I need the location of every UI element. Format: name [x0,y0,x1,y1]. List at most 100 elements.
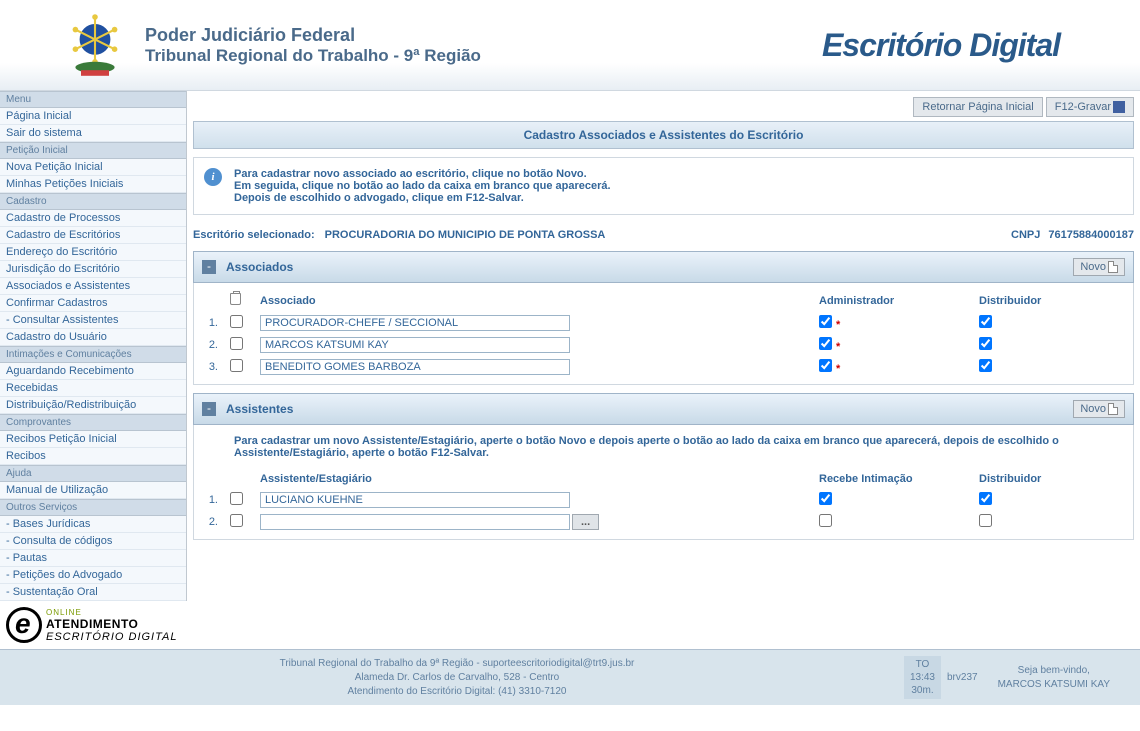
menu-item[interactable]: Minhas Petições Iniciais [0,176,186,193]
atendimento-badge[interactable]: ONLINE ATENDIMENTO ESCRITÓRIO DIGITAL [0,601,1140,649]
delete-checkbox[interactable] [230,359,243,372]
table-row: 2.* [194,334,1133,356]
lookup-button[interactable]: ... [572,514,599,530]
row-number: 1. [194,489,224,511]
footer-welcome-1: Seja bem-vindo, [998,664,1110,678]
delete-checkbox[interactable] [230,492,243,505]
assistentes-table: Assistente/Estagiário Recebe Intimação D… [194,469,1133,533]
delete-checkbox[interactable] [230,514,243,527]
atendimento-online-label: ONLINE [46,608,177,617]
delete-checkbox[interactable] [230,337,243,350]
assistentes-panel: - Assistentes Novo Para cadastrar um nov… [193,393,1134,540]
cnpj-value: 76175884000187 [1048,229,1134,241]
menu-item[interactable]: - Bases Jurídicas [0,516,186,533]
menu-item[interactable]: Cadastro do Usuário [0,329,186,346]
table-row: 3. * [194,356,1133,378]
menu-header: Cadastro [0,193,186,210]
table-row: 2.... [194,511,1133,533]
footer-server: brv237 [947,672,978,683]
menu-item[interactable]: Confirmar Cadastros [0,295,186,312]
menu-item[interactable]: Aguardando Recebimento [0,363,186,380]
cnpj-label: CNPJ [1011,229,1040,241]
table-row: 1. * [194,312,1133,334]
col-associado: Associado [254,289,813,312]
distribuidor-checkbox[interactable] [979,492,992,505]
administrador-checkbox[interactable] [819,337,832,350]
atendimento-label: ATENDIMENTO [46,617,177,631]
menu-item[interactable]: Cadastro de Processos [0,210,186,227]
menu-header: Comprovantes [0,414,186,431]
distribuidor-checkbox[interactable] [979,337,992,350]
menu-header: Petição Inicial [0,142,186,159]
menu-item[interactable]: - Pautas [0,550,186,567]
distribuidor-checkbox[interactable] [979,359,992,372]
novo-assistente-button[interactable]: Novo [1073,400,1125,418]
administrador-checkbox[interactable] [819,359,832,372]
associados-title: Associados [226,260,1073,274]
associado-name-input[interactable] [260,337,570,353]
footer-info-3: Atendimento do Escritório Digital: (41) … [10,685,904,699]
col-distribuidor: Distribuidor [973,289,1133,312]
new-doc-icon [1108,261,1118,273]
info-icon: i [204,168,222,186]
administrador-checkbox[interactable] [819,315,832,328]
info-box: i Para cadastrar novo associado ao escri… [193,157,1134,215]
assistente-name-input[interactable] [260,514,570,530]
f12-gravar-button[interactable]: F12-Gravar [1046,97,1134,117]
menu-item[interactable]: - Petições do Advogado [0,567,186,584]
retornar-pagina-inicial-button[interactable]: Retornar Página Inicial [913,97,1042,117]
menu-item[interactable]: Jurisdição do Escritório [0,261,186,278]
info-line-1: Para cadastrar novo associado ao escritó… [234,168,1123,180]
distribuidor-checkbox[interactable] [979,514,992,527]
required-star-icon: * [836,363,840,375]
associado-name-input[interactable] [260,359,570,375]
row-number: 2. [194,511,224,533]
col-assistente: Assistente/Estagiário [254,469,813,489]
menu-item[interactable]: - Sustentação Oral [0,584,186,601]
menu-item[interactable]: Página Inicial [0,108,186,125]
menu-item[interactable]: Distribuição/Redistribuição [0,397,186,414]
info-line-2: Em seguida, clique no botão ao lado da c… [234,180,1123,192]
menu-item[interactable]: - Consulta de códigos [0,533,186,550]
header-title-2: Tribunal Regional do Trabalho - 9ª Regiã… [145,46,481,66]
novo-associado-button[interactable]: Novo [1073,258,1125,276]
menu-item[interactable]: Recebidas [0,380,186,397]
associados-panel: - Associados Novo Associado Administrado… [193,251,1134,385]
footer-timeout-cell: TO 13:43 30m. [904,656,941,699]
menu-header: Outros Serviços [0,499,186,516]
collapse-associados-button[interactable]: - [202,260,216,274]
collapse-assistentes-button[interactable]: - [202,402,216,416]
menu-header: Intimações e Comunicações [0,346,186,363]
menu-item[interactable]: Manual de Utilização [0,482,186,499]
menu-item[interactable]: Sair do sistema [0,125,186,142]
required-star-icon: * [836,341,840,353]
menu-item[interactable]: Recibos [0,448,186,465]
footer-welcome-2: MARCOS KATSUMI KAY [998,678,1110,692]
atendimento-e-icon [6,607,42,643]
assistentes-title: Assistentes [226,402,1073,416]
associados-table: Associado Administrador Distribuidor 1.*… [194,289,1133,378]
row-number: 3. [194,356,224,378]
assistente-name-input[interactable] [260,492,570,508]
main-content: Retornar Página Inicial F12-Gravar Cadas… [187,91,1140,601]
escritorio-selecionado-row: Escritório selecionado: PROCURADORIA DO … [193,225,1134,245]
menu-item[interactable]: Endereço do Escritório [0,244,186,261]
associado-name-input[interactable] [260,315,570,331]
trash-icon [230,293,241,305]
menu-item[interactable]: Recibos Petição Inicial [0,431,186,448]
recebe-intimacao-checkbox[interactable] [819,514,832,527]
footer: Tribunal Regional do Trabalho da 9ª Regi… [0,649,1140,705]
menu-item[interactable]: - Consultar Assistentes [0,312,186,329]
required-star-icon: * [836,319,840,331]
menu-header: Menu [0,91,186,108]
menu-item[interactable]: Nova Petição Inicial [0,159,186,176]
distribuidor-checkbox[interactable] [979,315,992,328]
col-distribuidor-assist: Distribuidor [973,469,1133,489]
menu-item[interactable]: Cadastro de Escritórios [0,227,186,244]
app-header: Poder Judiciário Federal Tribunal Region… [0,0,1140,91]
row-number: 1. [194,312,224,334]
delete-checkbox[interactable] [230,315,243,328]
brasao-icon [60,10,130,80]
menu-item[interactable]: Associados e Assistentes [0,278,186,295]
recebe-intimacao-checkbox[interactable] [819,492,832,505]
